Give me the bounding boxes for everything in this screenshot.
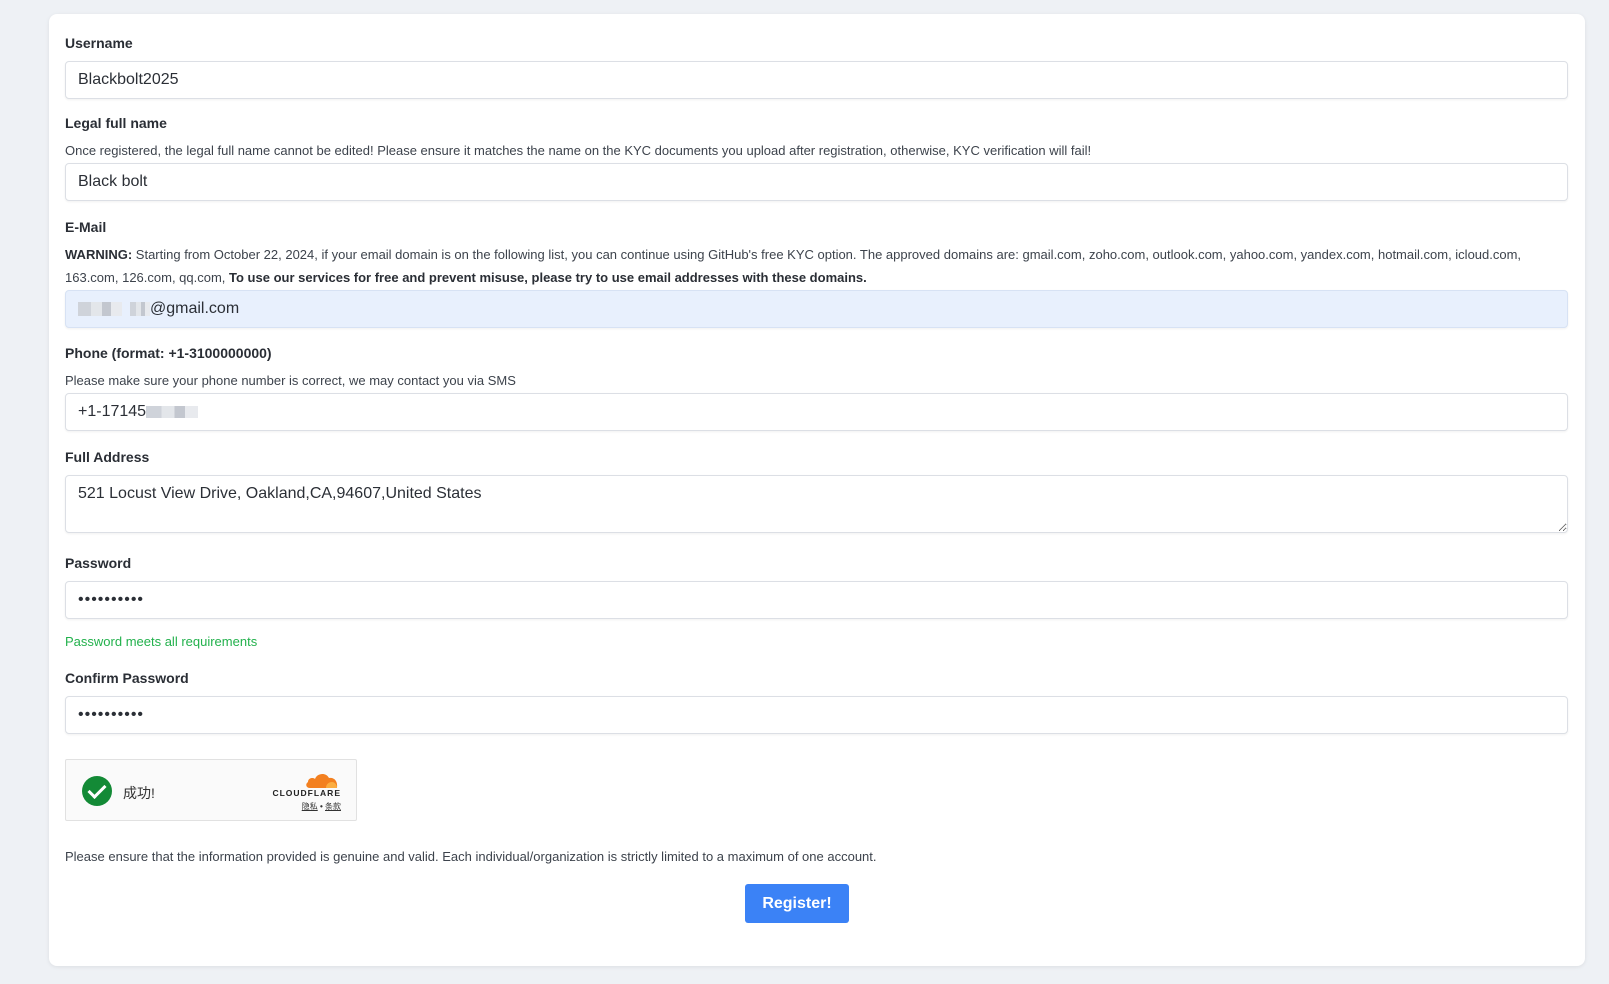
legal-name-input[interactable]	[65, 163, 1568, 201]
redacted-blur	[78, 302, 122, 316]
phone-label: Phone (format: +1-3100000000)	[65, 345, 272, 361]
address-group: Full Address 521 Locust View Drive, Oakl…	[65, 448, 1568, 533]
phone-group: Phone (format: +1-3100000000) Please mak…	[65, 344, 1568, 431]
registration-form: Username Legal full name Once registered…	[49, 14, 1585, 966]
legal-name-group: Legal full name Once registered, the leg…	[65, 114, 1568, 201]
account-notice: Please ensure that the information provi…	[65, 849, 877, 864]
email-label: E-Mail	[65, 219, 107, 235]
email-group: E-Mail WARNING: Starting from October 22…	[65, 218, 1568, 328]
link-separator: •	[319, 802, 323, 811]
email-warning-bold: To use our services for free and prevent…	[229, 270, 867, 285]
username-input[interactable]	[65, 61, 1568, 99]
address-textarea[interactable]: 521 Locust View Drive, Oakland,CA,94607,…	[65, 475, 1568, 533]
username-group: Username	[65, 34, 1568, 99]
password-status: Password meets all requirements	[65, 634, 258, 649]
redacted-blur	[146, 406, 199, 418]
password-label: Password	[65, 555, 132, 571]
privacy-link[interactable]: 隐私	[302, 802, 318, 811]
confirm-password-group: Confirm Password ••••••••••	[65, 669, 1568, 734]
confirm-password-label: Confirm Password	[65, 670, 189, 686]
captcha-links: 隐私 • 条款	[302, 801, 341, 812]
email-domain: @gmail.com	[150, 300, 240, 317]
legal-name-help: Once registered, the legal full name can…	[65, 143, 1092, 158]
success-check-icon	[82, 776, 112, 806]
email-warning-prefix: WARNING:	[65, 247, 133, 262]
cloudflare-turnstile[interactable]: 成功! CLOUDFLARE 隐私 • 条款	[65, 759, 357, 821]
confirm-password-input[interactable]: ••••••••••	[65, 696, 1568, 734]
legal-name-label: Legal full name	[65, 115, 167, 131]
register-button[interactable]: Register!	[745, 884, 849, 923]
password-input[interactable]: ••••••••••	[65, 581, 1568, 619]
cloudflare-cloud-icon	[306, 773, 338, 788]
phone-input[interactable]: +1-17145	[65, 393, 1568, 431]
username-label: Username	[65, 35, 133, 51]
email-warning: WARNING: Starting from October 22, 2024,…	[65, 243, 1568, 289]
phone-value: +1-17145	[78, 403, 147, 420]
redacted-blur	[130, 302, 150, 316]
address-label: Full Address	[65, 449, 150, 465]
password-group: Password •••••••••• Password meets all r…	[65, 554, 1568, 649]
email-input[interactable]: @gmail.com	[65, 290, 1568, 328]
phone-help: Please make sure your phone number is co…	[65, 373, 516, 388]
terms-link[interactable]: 条款	[325, 802, 341, 811]
captcha-status: 成功!	[123, 785, 155, 801]
cloudflare-logo-text: CLOUDFLARE	[272, 788, 341, 798]
